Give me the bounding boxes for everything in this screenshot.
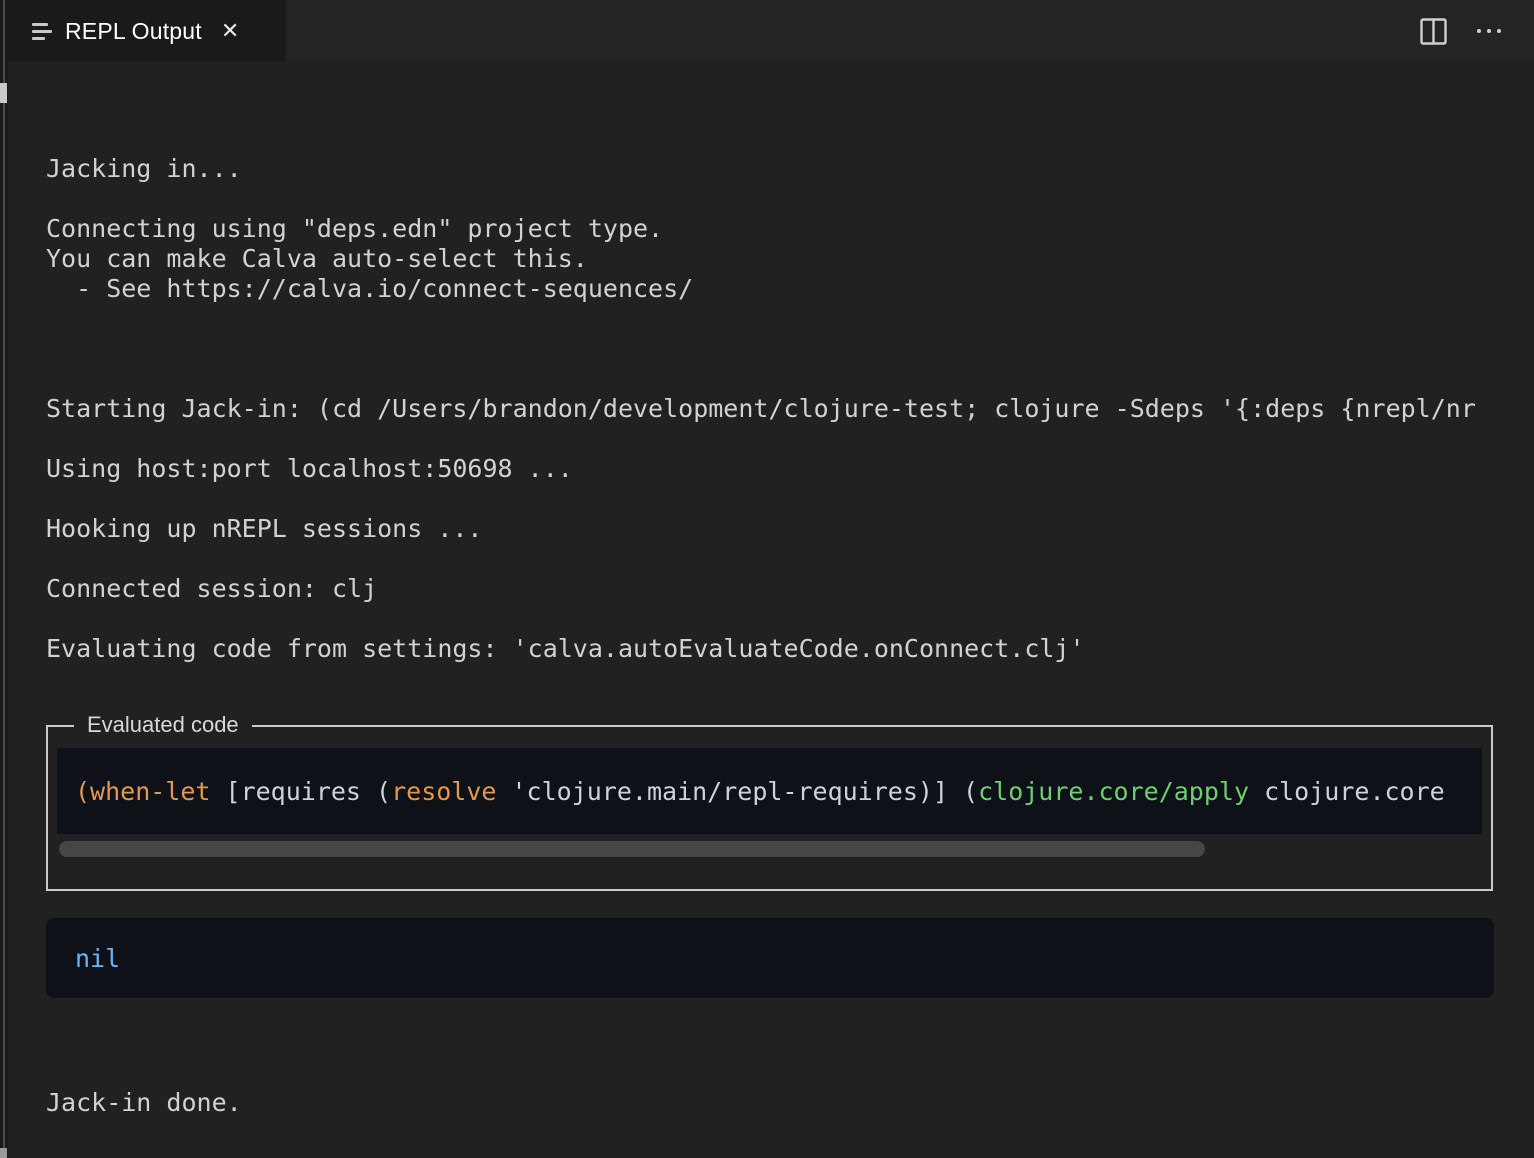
repl-output-panel: Jacking in... Connecting using "deps.edn… (8, 62, 1534, 1158)
rail-divider (3, 0, 5, 1158)
code-segment: clojure.core (1249, 777, 1445, 806)
horizontal-scrollbar[interactable] (57, 841, 1482, 857)
editor-tab-bar: REPL Output ✕ (8, 0, 1534, 62)
result-value: nil (75, 944, 120, 973)
result-box: nil (46, 918, 1494, 998)
tab-repl-output[interactable]: REPL Output ✕ (8, 0, 286, 62)
editor-actions (1418, 0, 1504, 62)
rail-bottom-mark (0, 1148, 7, 1158)
evaluated-code-box: Evaluated code (when-let [requires (reso… (46, 725, 1493, 891)
evaluated-code-legend: Evaluated code (74, 712, 252, 738)
evaluated-code-block: (when-let [requires (resolve 'clojure.ma… (57, 748, 1482, 834)
code-segment: resolve (391, 777, 496, 806)
code-segment: (when-let (75, 777, 210, 806)
evaluated-code-line: (when-let [requires (resolve 'clojure.ma… (75, 777, 1445, 806)
tab-label: REPL Output (65, 18, 202, 45)
output-icon (32, 23, 52, 40)
split-editor-button[interactable] (1418, 16, 1448, 46)
jack-in-done-line: Jack-in done. (46, 998, 1534, 1118)
close-icon[interactable]: ✕ (221, 20, 239, 42)
ellipsis-icon (1477, 29, 1501, 33)
code-segment: clojure.core/apply (978, 777, 1249, 806)
left-rail (0, 0, 8, 1158)
console-output: Jacking in... Connecting using "deps.edn… (46, 62, 1534, 664)
tab-bar-spacer (286, 0, 1418, 62)
code-segment: 'clojure.main/repl-requires)] ( (496, 777, 978, 806)
scrollbar-thumb[interactable] (59, 841, 1205, 857)
more-actions-button[interactable] (1474, 16, 1504, 46)
code-segment: [requires ( (210, 777, 391, 806)
rail-indicator (0, 83, 7, 103)
split-editor-icon (1420, 18, 1447, 45)
